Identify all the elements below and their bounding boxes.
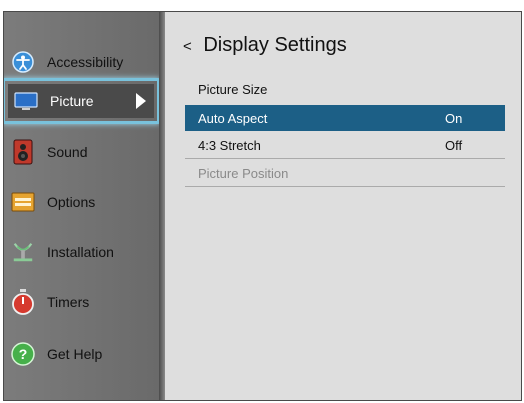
row-label: Picture Size	[198, 81, 268, 97]
sidebar-item-picture[interactable]: Picture	[4, 78, 160, 124]
sidebar-item-installation[interactable]: Installation	[4, 232, 159, 272]
row-value: On	[445, 110, 463, 126]
sidebar-item-label: Options	[47, 194, 96, 210]
sidebar: Accessibility Picture Sound Options Inst…	[4, 12, 160, 400]
page-title: < Display Settings	[183, 34, 347, 57]
settings-row-4-3-stretch[interactable]: 4:3 Stretch Off	[185, 133, 505, 159]
svg-text:?: ?	[19, 346, 28, 362]
help-icon: ?	[11, 342, 35, 366]
row-label: 4:3 Stretch	[198, 138, 261, 153]
sidebar-item-sound[interactable]: Sound	[4, 132, 159, 172]
settings-row-picture-size[interactable]: Picture Size	[185, 76, 505, 102]
main-panel: < Display Settings Picture Size Auto Asp…	[165, 12, 521, 400]
sidebar-item-label: Accessibility	[47, 54, 124, 70]
tv-icon	[14, 89, 38, 113]
sidebar-item-label: Picture	[50, 93, 94, 109]
timer-icon	[11, 289, 35, 315]
sidebar-item-picture-highlight: Picture	[8, 84, 154, 118]
sidebar-item-label: Sound	[47, 144, 88, 160]
options-icon	[11, 190, 35, 214]
row-label: Auto Aspect	[198, 110, 268, 126]
row-label: Picture Position	[198, 166, 289, 181]
chevron-right-icon	[136, 93, 146, 109]
speaker-icon	[11, 139, 35, 165]
antenna-icon	[11, 240, 35, 264]
settings-window: Accessibility Picture Sound Options Inst…	[3, 11, 522, 401]
accessibility-icon	[11, 50, 35, 74]
page-title-text: Display Settings	[203, 34, 347, 56]
sidebar-item-label: Installation	[47, 244, 114, 260]
sidebar-item-get-help[interactable]: ? Get Help	[4, 334, 159, 374]
settings-row-picture-position: Picture Position	[185, 161, 505, 187]
sidebar-item-timers[interactable]: Timers	[4, 282, 159, 322]
back-icon[interactable]: <	[183, 38, 192, 55]
settings-row-auto-aspect[interactable]: Auto Aspect On	[185, 105, 505, 131]
sidebar-item-accessibility[interactable]: Accessibility	[4, 42, 159, 82]
sidebar-item-options[interactable]: Options	[4, 182, 159, 222]
sidebar-item-label: Get Help	[47, 346, 103, 362]
row-value: Off	[445, 138, 463, 153]
sidebar-item-label: Timers	[47, 294, 90, 310]
